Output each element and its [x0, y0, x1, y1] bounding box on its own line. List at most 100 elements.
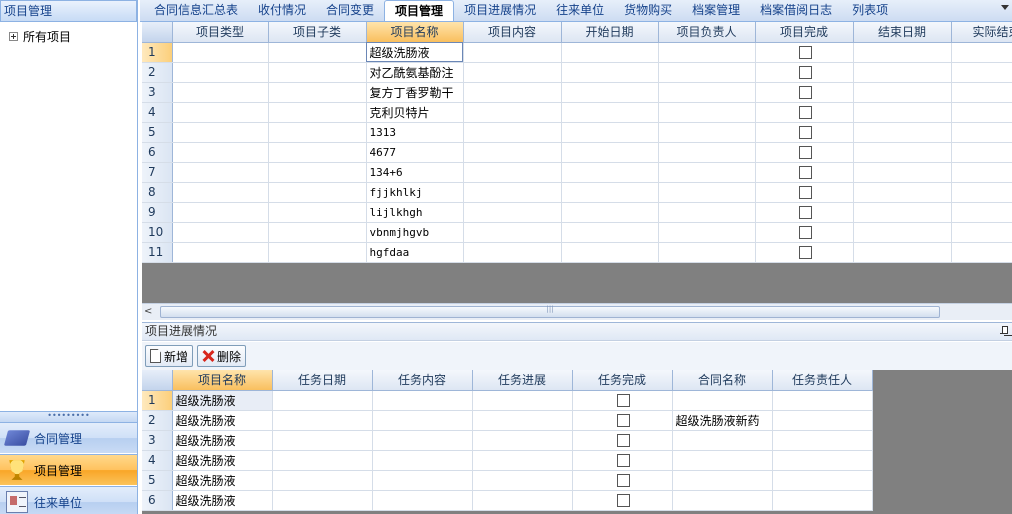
table-cell[interactable] [658, 182, 756, 203]
table-cell[interactable] [561, 222, 659, 243]
table-cell[interactable] [658, 42, 756, 63]
table-cell[interactable] [272, 390, 373, 411]
table-cell[interactable] [268, 202, 367, 223]
table-cell[interactable] [472, 390, 573, 411]
table-cell[interactable] [463, 62, 562, 83]
table-cell[interactable] [172, 182, 269, 203]
table-cell[interactable] [561, 182, 659, 203]
completed-checkbox[interactable] [799, 206, 812, 219]
scrollbar-thumb[interactable] [160, 306, 940, 318]
expand-icon[interactable] [9, 32, 18, 41]
contract-name-cell[interactable] [672, 430, 773, 451]
table-cell[interactable] [772, 390, 873, 411]
table-row[interactable]: 4 克利贝特片 [142, 102, 1012, 123]
grid-corner[interactable] [142, 370, 173, 391]
table-row[interactable]: 1 超级洗肠液 [142, 42, 1012, 63]
table-cell[interactable] [951, 42, 1012, 63]
table-cell[interactable] [268, 62, 367, 83]
table-row[interactable]: 7 134+6 [142, 162, 1012, 183]
table-row[interactable]: 6 4677 [142, 142, 1012, 163]
table-row[interactable]: 3 复方丁香罗勒干 [142, 82, 1012, 103]
project-name-cell[interactable]: 超级洗肠液 [366, 42, 464, 63]
column-header[interactable]: 项目内容 [463, 22, 562, 43]
column-header[interactable]: 任务完成 [572, 370, 673, 391]
table-cell[interactable] [463, 82, 562, 103]
table-row[interactable]: 1 超级洗肠液 [142, 390, 873, 411]
table-cell[interactable] [272, 410, 373, 431]
table-cell[interactable] [372, 430, 473, 451]
row-number[interactable]: 11 [142, 242, 173, 263]
contract-name-cell[interactable] [672, 390, 773, 411]
table-cell[interactable] [853, 42, 952, 63]
row-number[interactable]: 1 [142, 390, 173, 411]
table-cell[interactable] [951, 182, 1012, 203]
row-number[interactable]: 4 [142, 450, 173, 471]
table-cell[interactable] [951, 202, 1012, 223]
table-cell[interactable] [853, 82, 952, 103]
table-cell[interactable] [472, 470, 573, 491]
contract-name-cell[interactable] [672, 470, 773, 491]
column-header[interactable]: 项目名称 [172, 370, 273, 391]
table-cell[interactable] [268, 242, 367, 263]
project-name-cell[interactable]: 对乙酰氨基酚注 [366, 62, 464, 83]
table-cell[interactable] [853, 122, 952, 143]
project-name-cell[interactable]: 超级洗肠液 [172, 390, 273, 411]
table-cell[interactable] [658, 102, 756, 123]
table-cell[interactable] [561, 82, 659, 103]
table-row[interactable]: 2 对乙酰氨基酚注 [142, 62, 1012, 83]
table-cell[interactable] [172, 142, 269, 163]
table-cell[interactable] [372, 410, 473, 431]
table-cell[interactable] [658, 222, 756, 243]
nav-button-project-management[interactable]: 项目管理 [0, 454, 137, 485]
row-number[interactable]: 4 [142, 102, 173, 123]
row-number[interactable]: 8 [142, 182, 173, 203]
table-cell[interactable] [853, 142, 952, 163]
table-row[interactable]: 5 超级洗肠液 [142, 470, 873, 491]
table-cell[interactable] [572, 490, 673, 511]
table-cell[interactable] [463, 122, 562, 143]
grid-corner[interactable] [142, 22, 173, 43]
row-number[interactable]: 2 [142, 410, 173, 431]
project-name-cell[interactable]: hgfdaa [366, 242, 464, 263]
tab-partner-units[interactable]: 往来单位 [546, 0, 614, 21]
table-cell[interactable] [572, 450, 673, 471]
table-cell[interactable] [951, 222, 1012, 243]
column-header[interactable]: 任务进展 [472, 370, 573, 391]
project-name-cell[interactable]: 克利贝特片 [366, 102, 464, 123]
table-cell[interactable] [658, 202, 756, 223]
row-number[interactable]: 3 [142, 430, 173, 451]
contract-name-cell[interactable] [672, 490, 773, 511]
table-cell[interactable] [172, 122, 269, 143]
table-cell[interactable] [853, 102, 952, 123]
contract-name-cell[interactable]: 超级洗肠液新药 [672, 410, 773, 431]
tab-goods-purchase[interactable]: 货物购买 [614, 0, 682, 21]
table-cell[interactable] [772, 470, 873, 491]
table-cell[interactable] [172, 102, 269, 123]
table-cell[interactable] [755, 102, 854, 123]
row-number[interactable]: 5 [142, 122, 173, 143]
tab-overflow-dropdown-icon[interactable] [1001, 5, 1009, 10]
column-header[interactable]: 项目子类 [268, 22, 367, 43]
table-cell[interactable] [772, 430, 873, 451]
column-header[interactable]: 任务内容 [372, 370, 473, 391]
column-header[interactable]: 开始日期 [561, 22, 659, 43]
table-cell[interactable] [658, 142, 756, 163]
delete-button[interactable]: 删除 [197, 345, 247, 367]
table-cell[interactable] [268, 222, 367, 243]
table-cell[interactable] [463, 142, 562, 163]
table-row[interactable]: 4 超级洗肠液 [142, 450, 873, 471]
project-name-cell[interactable]: 134+6 [366, 162, 464, 183]
tab-project-progress[interactable]: 项目进展情况 [454, 0, 546, 21]
row-number[interactable]: 6 [142, 490, 173, 511]
table-cell[interactable] [755, 82, 854, 103]
table-cell[interactable] [472, 450, 573, 471]
table-cell[interactable] [472, 430, 573, 451]
table-row[interactable]: 6 超级洗肠液 [142, 490, 873, 511]
completed-checkbox[interactable] [799, 186, 812, 199]
column-header[interactable]: 项目完成 [755, 22, 854, 43]
table-cell[interactable] [472, 410, 573, 431]
table-cell[interactable] [755, 62, 854, 83]
add-button[interactable]: 新增 [145, 345, 194, 367]
project-name-cell[interactable]: 超级洗肠液 [172, 490, 273, 511]
column-header[interactable]: 结束日期 [853, 22, 952, 43]
